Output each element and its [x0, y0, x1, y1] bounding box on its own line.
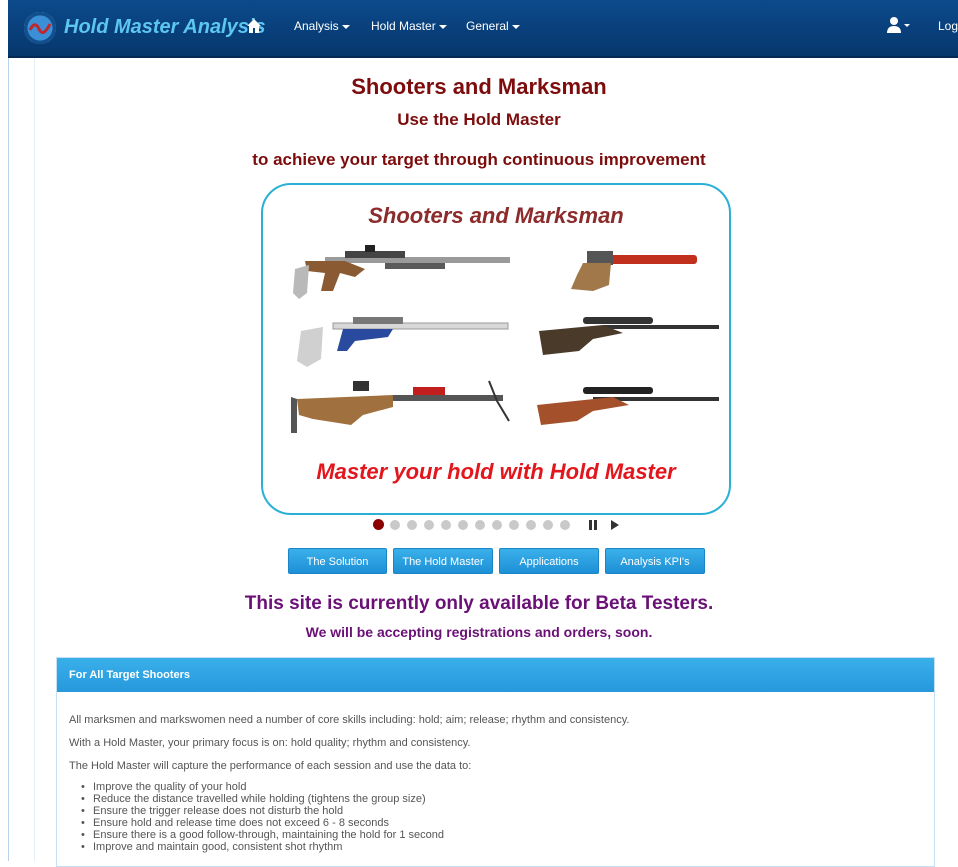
nav-general-menu[interactable]: General [466, 19, 520, 33]
page-title: Shooters and Marksman [351, 74, 607, 99]
carousel-dot[interactable] [441, 520, 451, 530]
brand-name[interactable]: Hold Master Analysis [64, 16, 266, 39]
list-item: Reduce the distance travelled while hold… [81, 793, 444, 805]
carousel-slide[interactable]: Shooters and Marksman Master your hold w… [261, 183, 731, 515]
air-rifle-image [293, 245, 510, 299]
carousel-dot[interactable] [526, 520, 536, 530]
panel-paragraph: With a Hold Master, your primary focus i… [69, 737, 471, 749]
chevron-down-icon [438, 24, 447, 29]
carousel-dot[interactable] [543, 520, 553, 530]
list-item: Ensure the trigger release does not dist… [81, 805, 444, 817]
logo-wave-icon [28, 23, 52, 34]
carousel-dot[interactable] [509, 520, 519, 530]
home-icon[interactable] [244, 16, 264, 36]
slide-caption: Master your hold with Hold Master [316, 459, 676, 484]
info-panel: For All Target Shooters All marksmen and… [56, 657, 935, 867]
sporter-rifle-image [537, 387, 719, 425]
beta-subnotice: We will be accepting registrations and o… [305, 624, 653, 640]
carousel-dot[interactable] [475, 520, 485, 530]
carousel-dot[interactable] [492, 520, 502, 530]
bipod-rifle-image [291, 380, 510, 433]
carousel-dot[interactable] [560, 520, 570, 530]
chevron-down-icon [341, 24, 350, 29]
target-rifle-image [297, 317, 509, 367]
list-item: Improve the quality of your hold [81, 781, 444, 793]
play-icon[interactable] [611, 520, 619, 530]
beta-notice: This site is currently only available fo… [244, 593, 714, 614]
panel-paragraph: The Hold Master will capture the perform… [69, 760, 472, 772]
page-subtitle: Use the Hold Master [397, 110, 561, 129]
panel-paragraph: All marksmen and markswomen need a numbe… [69, 714, 630, 726]
carousel-dot[interactable] [424, 520, 434, 530]
hold-master-button[interactable]: The Hold Master [393, 548, 493, 574]
nav-analysis-menu[interactable]: Analysis [294, 19, 350, 33]
carousel-dot[interactable] [373, 519, 384, 530]
carousel-dot[interactable] [407, 520, 417, 530]
list-item: Ensure hold and release time does not ex… [81, 817, 444, 829]
benefits-list: Improve the quality of your hold Reduce … [81, 781, 444, 853]
pause-icon[interactable] [589, 520, 597, 530]
carousel-dot[interactable] [390, 520, 400, 530]
chevron-down-icon [511, 24, 520, 29]
content-border [34, 58, 35, 861]
carousel-dot[interactable] [458, 520, 468, 530]
page-tagline: to achieve your target through continuou… [252, 150, 706, 169]
list-item: Improve and maintain good, consistent sh… [81, 841, 444, 853]
top-navbar: Hold Master Analysis Analysis Hold Maste… [8, 0, 958, 58]
analysis-kpis-button[interactable]: Analysis KPI's [605, 548, 705, 574]
page-border [8, 58, 9, 861]
solution-button[interactable]: The Solution [288, 548, 387, 574]
nav-hold-master-menu[interactable]: Hold Master [371, 19, 447, 33]
air-pistol-image [571, 251, 697, 291]
scoped-rifle-image [539, 317, 719, 355]
applications-button[interactable]: Applications [499, 548, 599, 574]
slide-title: Shooters and Marksman [368, 203, 624, 228]
brand-logo-icon[interactable] [24, 12, 56, 44]
panel-title: For All Target Shooters [57, 658, 934, 692]
user-icon[interactable] [886, 16, 910, 34]
logout-link[interactable]: Log out [938, 19, 958, 33]
list-item: Ensure there is a good follow-through, m… [81, 829, 444, 841]
